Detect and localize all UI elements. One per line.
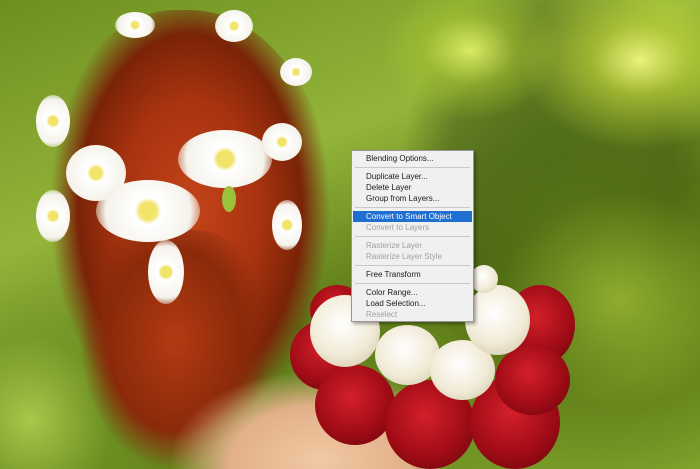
leaf: [222, 186, 236, 212]
hair-flower: [148, 240, 184, 304]
red-rose: [495, 345, 570, 415]
menu-separator: [355, 283, 470, 284]
menu-item-convert-to-layers: Convert to Layers: [366, 223, 430, 232]
photo-canvas[interactable]: [0, 0, 700, 469]
layer-context-menu: Blending Options... Duplicate Layer... D…: [351, 150, 474, 322]
menu-item-group-from-layers[interactable]: Group from Layers...: [353, 193, 472, 204]
menu-item-load-selection[interactable]: Load Selection...: [353, 298, 472, 309]
menu-item-color-range[interactable]: Color Range...: [353, 287, 472, 298]
menu-item-delete-layer[interactable]: Delete Layer: [353, 182, 472, 193]
white-rose: [470, 265, 498, 293]
menu-separator: [355, 167, 470, 168]
menu-separator: [355, 265, 470, 266]
menu-item-rasterize-layer-style: Rasterize Layer Style: [366, 252, 443, 261]
hair-flower: [115, 12, 155, 38]
menu-item-convert-to-smart-object[interactable]: Convert to Smart Object: [353, 211, 472, 222]
hair-flower: [262, 123, 302, 161]
hair-flower: [36, 190, 70, 242]
menu-separator: [355, 207, 470, 208]
menu-item-rasterize-layer: Rasterize Layer: [366, 241, 423, 250]
hair-flower: [96, 180, 200, 242]
menu-item-reselect: Reselect: [366, 310, 398, 319]
red-rose: [315, 365, 395, 445]
hair-flower: [280, 58, 312, 86]
hair-flower: [272, 200, 302, 250]
menu-item-duplicate-layer[interactable]: Duplicate Layer...: [353, 171, 472, 182]
menu-separator: [355, 236, 470, 237]
white-rose: [465, 285, 530, 355]
menu-item-blending-options[interactable]: Blending Options...: [353, 153, 472, 164]
hair-flower: [215, 10, 253, 42]
hair-flower: [36, 95, 70, 147]
hair-flower: [178, 130, 272, 188]
menu-item-free-transform[interactable]: Free Transform: [353, 269, 472, 280]
